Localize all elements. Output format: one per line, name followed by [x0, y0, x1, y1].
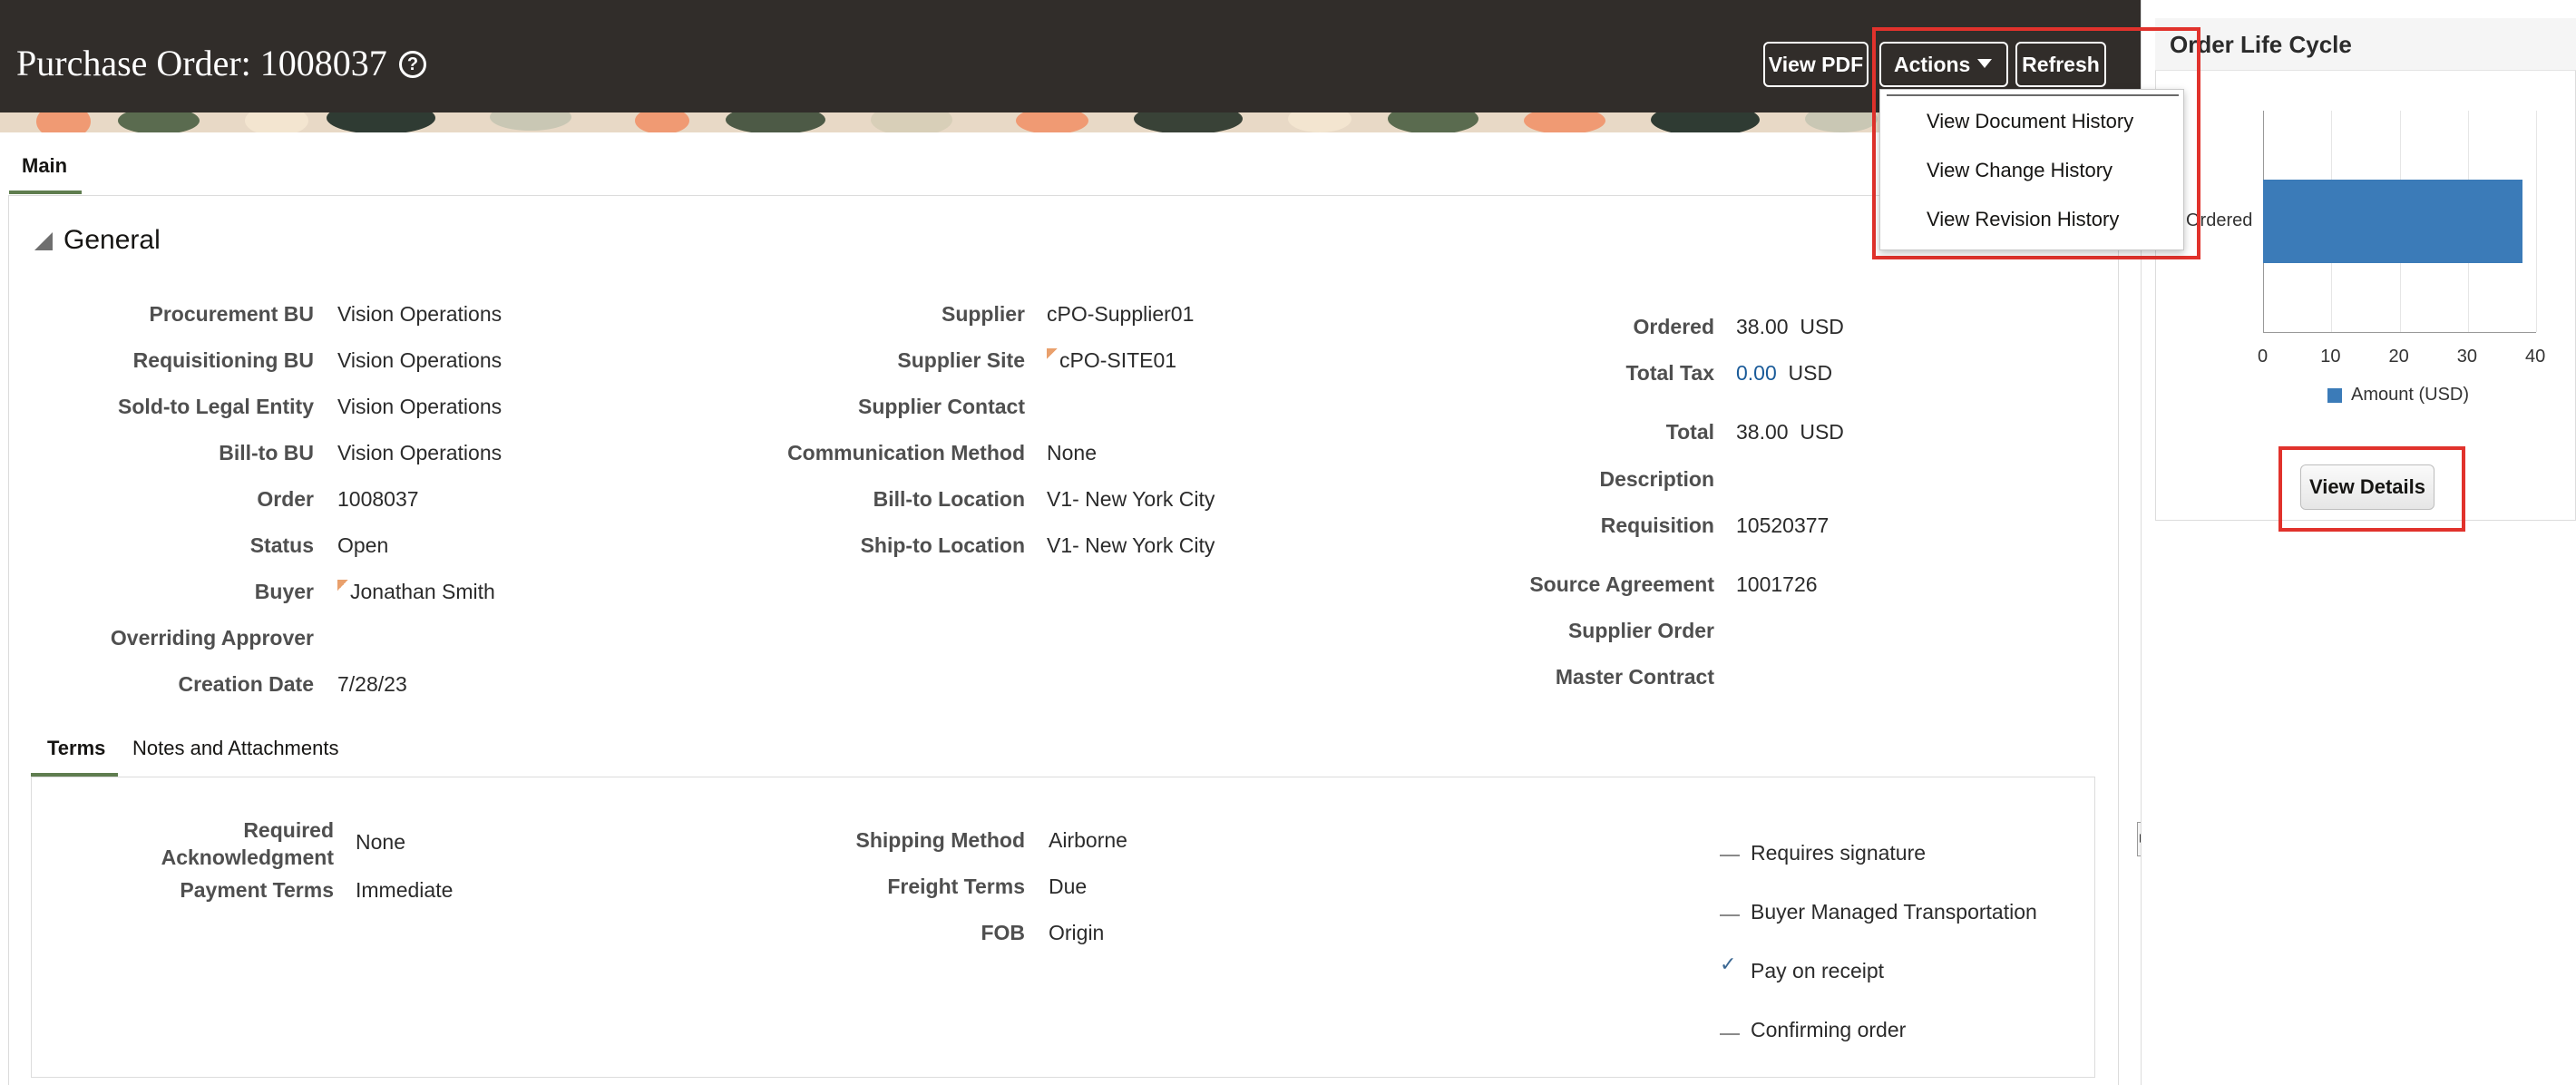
flag-pay-on-receipt: Pay on receipt	[1751, 959, 1885, 982]
field-value-requisition: 10520377	[1736, 513, 1830, 537]
field-label-freight-terms: Freight Terms	[887, 875, 1025, 898]
header-banner	[0, 112, 2141, 132]
field-label-bill-to-location: Bill-to Location	[873, 487, 1025, 511]
field-label-procurement-bu: Procurement BU	[149, 302, 314, 326]
unchecked-dash-icon	[1720, 855, 1740, 856]
field-label-supplier-order: Supplier Order	[1567, 619, 1714, 642]
field-label-requisitioning-bu: Requisitioning BU	[132, 348, 314, 372]
ordered-currency: USD	[1800, 315, 1844, 338]
x-tick-label: 30	[2456, 347, 2477, 367]
field-value-procurement-bu: Vision Operations	[337, 302, 503, 326]
field-value-total: 38.00 USD	[1736, 420, 1844, 445]
field-label-buyer: Buyer	[254, 580, 314, 603]
field-label-communication-method: Communication Method	[787, 441, 1025, 464]
field-label-sold-to-legal-entity: Sold-to Legal Entity	[118, 395, 314, 418]
x-tick-label: 10	[2320, 347, 2341, 367]
field-label-order: Order	[257, 487, 314, 511]
field-value-freight-terms: Due	[1049, 875, 1088, 898]
field-label-description: Description	[1599, 467, 1714, 491]
menu-item-view-document-history[interactable]: View Document History	[1927, 110, 2133, 133]
field-label-fob: FOB	[981, 921, 1025, 944]
field-value-source-agreement: 1001726	[1736, 572, 1818, 596]
field-label-supplier-contact: Supplier Contact	[857, 395, 1025, 418]
content-divider	[9, 195, 2119, 196]
field-value-status: Open	[337, 533, 389, 557]
field-label-overriding-approver: Overriding Approver	[110, 626, 314, 650]
field-value-required-acknowledgment: None	[356, 830, 405, 854]
x-tick-label: 40	[2525, 347, 2546, 367]
total-tax-link[interactable]: 0.00	[1736, 361, 1777, 385]
field-value-supplier: cPO-Supplier01	[1047, 302, 1195, 326]
field-value-ship-to-location: V1- New York City	[1047, 533, 1215, 557]
field-label-shipping-method: Shipping Method	[855, 828, 1025, 852]
flag-confirming-order: Confirming order	[1751, 1018, 1907, 1041]
field-label-creation-date: Creation Date	[178, 672, 314, 696]
field-value-total-tax: 0.00 USD	[1736, 361, 1832, 386]
field-value-buyer[interactable]: Jonathan Smith	[337, 580, 495, 604]
field-label-supplier: Supplier	[941, 302, 1025, 326]
field-label-required-acknowledgment: Required Acknowledgment	[161, 818, 334, 869]
tab-main[interactable]: Main	[22, 154, 67, 178]
view-pdf-button[interactable]: View PDF	[1763, 42, 1869, 87]
x-tick-label: 20	[2388, 347, 2409, 367]
buyer-name: Jonathan Smith	[350, 580, 495, 603]
legend-swatch	[2327, 388, 2342, 403]
supplier-site-name: cPO-SITE01	[1059, 348, 1177, 372]
menu-separator	[1887, 94, 2179, 96]
field-value-communication-method: None	[1047, 441, 1097, 464]
flag-buyer-managed-transportation: Buyer Managed Transportation	[1751, 900, 2037, 924]
highlight-box-view-details	[2278, 446, 2465, 532]
menu-item-view-revision-history[interactable]: View Revision History	[1927, 208, 2119, 231]
field-value-bill-to-location: V1- New York City	[1047, 487, 1215, 511]
flag-requires-signature: Requires signature	[1751, 841, 1927, 865]
field-label-requisition: Requisition	[1600, 513, 1714, 537]
field-label-bill-to-bu: Bill-to BU	[219, 441, 314, 464]
content-left-border	[8, 195, 9, 1085]
menu-item-view-change-history[interactable]: View Change History	[1927, 159, 2113, 182]
total-amount: 38.00	[1736, 420, 1789, 444]
field-value-supplier-site[interactable]: cPO-SITE01	[1047, 348, 1176, 373]
field-value-sold-to-legal-entity: Vision Operations	[337, 395, 503, 418]
order-life-cycle-card	[2155, 18, 2576, 521]
chart-bar-ordered[interactable]	[2263, 180, 2522, 263]
page-title: Purchase Order: 1008037	[16, 43, 387, 83]
tab-notes-and-attachments[interactable]: Notes and Attachments	[132, 737, 338, 760]
field-label-total-tax: Total Tax	[1625, 361, 1714, 385]
field-value-order: 1008037	[337, 487, 419, 511]
collapse-triangle-icon[interactable]	[34, 232, 53, 250]
field-label-master-contract: Master Contract	[1555, 665, 1714, 689]
ordered-amount: 38.00	[1736, 315, 1789, 338]
field-label-supplier-site: Supplier Site	[897, 348, 1025, 372]
field-value-payment-terms: Immediate	[356, 878, 454, 902]
total-currency: USD	[1800, 420, 1844, 444]
checkmark-icon: ✓	[1720, 953, 1737, 975]
chart-gridline	[2536, 111, 2537, 332]
field-value-bill-to-bu: Vision Operations	[337, 441, 503, 464]
chart-x-axis	[2263, 332, 2536, 333]
field-value-shipping-method: Airborne	[1049, 828, 1127, 852]
field-label-payment-terms: Payment Terms	[180, 878, 334, 902]
x-tick-label: 0	[2258, 347, 2269, 367]
field-label-ordered: Ordered	[1633, 315, 1714, 338]
content-right-border	[2118, 195, 2119, 1085]
field-label-source-agreement: Source Agreement	[1529, 572, 1714, 596]
field-value-creation-date: 7/28/23	[337, 672, 407, 696]
tab-terms[interactable]: Terms	[47, 737, 105, 760]
help-icon[interactable]: ?	[399, 51, 426, 78]
field-label-total: Total	[1665, 420, 1714, 444]
field-value-fob: Origin	[1049, 921, 1105, 944]
total-tax-currency: USD	[1788, 361, 1833, 385]
unchecked-dash-icon	[1720, 914, 1740, 916]
contact-flag-icon	[1047, 348, 1058, 359]
field-label-ship-to-location: Ship-to Location	[860, 533, 1025, 557]
section-title-general: General	[63, 225, 161, 255]
legend-label: Amount (USD)	[2351, 385, 2470, 405]
field-label-status: Status	[249, 533, 314, 557]
tab-main-indicator	[9, 191, 82, 194]
field-value-ordered: 38.00 USD	[1736, 315, 1844, 339]
unchecked-dash-icon	[1720, 1033, 1740, 1035]
field-value-requisitioning-bu: Vision Operations	[337, 348, 503, 372]
contact-flag-icon	[337, 580, 348, 591]
